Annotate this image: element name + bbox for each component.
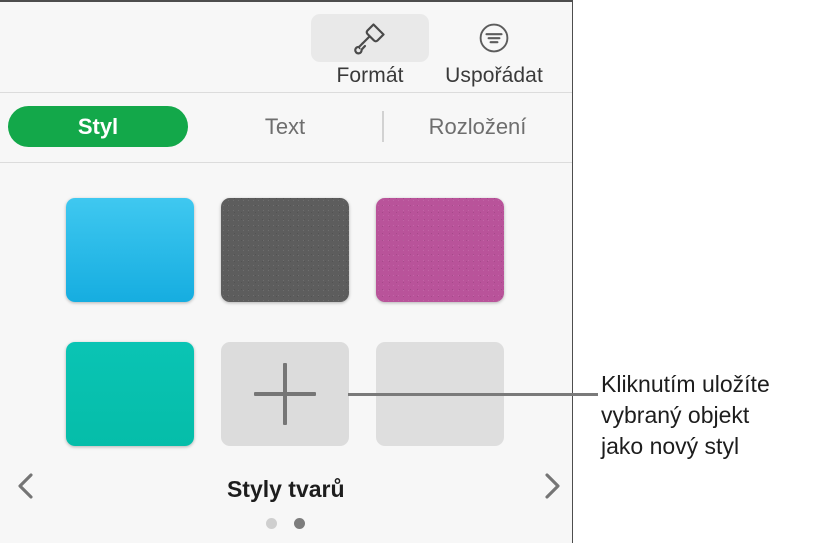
plus-icon-vertical: [283, 363, 287, 425]
tab-styl[interactable]: Styl: [8, 106, 188, 147]
callout-text: Kliknutím uložíte vybraný objekt jako no…: [601, 369, 833, 462]
toolbar-button-arrange[interactable]: Uspořádat: [430, 14, 558, 88]
texture-overlay: [376, 198, 504, 302]
toolbar-button-format-label: Formát: [336, 64, 404, 87]
texture-overlay: [221, 198, 349, 302]
page-dot-1[interactable]: [266, 518, 278, 529]
format-inspector-panel: Formát Uspořádat Styl Text Rozložení Sty…: [0, 0, 573, 543]
format-icon-background: [311, 14, 429, 62]
style-swatch-teal[interactable]: [66, 342, 194, 446]
shape-styles-area: Styly tvarů: [0, 163, 572, 543]
page-dot-2[interactable]: [294, 518, 306, 529]
callout-line-2: vybraný objekt: [601, 402, 750, 428]
style-swatch-pink[interactable]: [376, 198, 504, 302]
style-swatch-gray-textured[interactable]: [221, 198, 349, 302]
shape-styles-label: Styly tvarů: [226, 476, 345, 502]
add-style-button[interactable]: [221, 342, 349, 446]
toolbar-button-format[interactable]: Formát: [306, 14, 434, 88]
tab-divider: [382, 111, 384, 142]
style-swatch-cyan[interactable]: [66, 198, 194, 302]
paintbrush-icon: [354, 23, 385, 55]
toolbar-button-arrange-label: Uspořádat: [445, 64, 543, 87]
tab-rozlozeni[interactable]: Rozložení: [395, 106, 560, 147]
tab-text[interactable]: Text: [215, 106, 355, 147]
inspector-toolbar: Formát Uspořádat: [0, 2, 572, 93]
callout-line-1: Kliknutím uložíte: [601, 371, 770, 397]
arrange-icon-background: [459, 14, 529, 62]
callout-line-3: jako nový styl: [601, 433, 740, 459]
callout-leader-line: [348, 393, 598, 396]
style-swatch-grid: [66, 198, 508, 446]
arrange-align-icon: [479, 23, 509, 53]
inspector-tab-row: Styl Text Rozložení: [0, 93, 572, 163]
page-dots: [0, 518, 572, 529]
